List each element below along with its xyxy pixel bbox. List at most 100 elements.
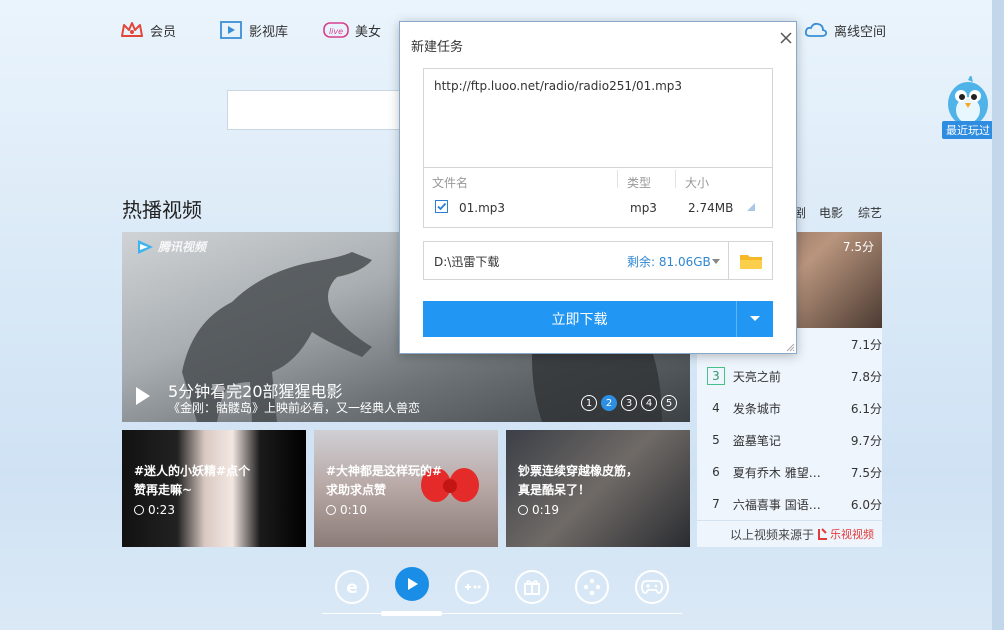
ranking-number: 3 [707,367,725,385]
nav-label-film-library: 影视库 [249,24,289,40]
thumb-title: #迷人的小妖精#点个赞再走嘛~ [134,464,251,497]
carousel-pagination: 1 2 3 4 5 [581,395,677,411]
recently-played-label[interactable]: 最近玩过 [942,121,994,139]
ranking-title: 六福喜事 国语… [732,497,821,512]
ranking-row[interactable]: 4 发条城市 6.1分 [697,394,882,422]
thumb-title: #大神都是这样玩的#求助求点赞 [326,464,443,497]
video-thumb-1[interactable]: #迷人的小妖精#点个赞再走嘛~ 0:23 [122,430,306,547]
column-header-size: 大小 [685,176,710,190]
thumb-duration: 0:19 [518,503,559,517]
column-divider [617,170,618,188]
file-checkbox[interactable] [435,200,448,213]
thumb-title: 钞票连续穿越橡皮筋，真是酷呆了！ [518,464,639,497]
ranking-row[interactable]: 6 夏有乔木 雅望… 7.5分 [697,458,882,486]
ranking-row[interactable]: 7 六福喜事 国语… 6.0分 [697,490,882,518]
hero-play-icon[interactable] [136,387,150,405]
carousel-dot-4[interactable]: 4 [641,395,657,411]
expand-icon[interactable] [747,203,755,211]
search-input[interactable] [227,90,407,130]
save-path-select[interactable]: D:\迅雷下载 剩余: 81.06GB [423,241,729,280]
carousel-dot-5[interactable]: 5 [661,395,677,411]
download-options-button[interactable] [737,301,773,337]
nav-item-vip[interactable]: 会员 [120,18,176,42]
chevron-down-icon[interactable] [712,259,720,264]
tab-variety[interactable]: 综艺 [858,204,882,221]
ranking-score: 6.0分 [850,497,882,512]
nav-label-beauty: 美女 [355,24,382,40]
ranking-title: 天亮之前 [732,369,781,384]
ranking-title: 盗墓笔记 [732,433,781,448]
letv-logo[interactable]: 乐视视频 [818,526,874,542]
dialog-title: 新建任务 [411,40,464,55]
file-type: mp3 [630,201,657,215]
column-header-name: 文件名 [432,176,469,190]
carousel-dot-1[interactable]: 1 [581,395,597,411]
ranking-row[interactable]: 5 盗墓笔记 9.7分 [697,426,882,454]
ranking-score: 7.5分 [850,465,882,480]
url-textarea[interactable]: http://ftp.luoo.net/radio/radio251/01.mp… [423,68,773,168]
ie-browser-icon[interactable]: e [335,570,369,604]
file-table: 文件名 类型 大小 01.mp3 mp3 2.74MB [423,167,773,228]
column-divider [675,170,676,188]
close-icon[interactable] [778,30,794,46]
gift-icon[interactable] [515,570,549,604]
cloud-icon [804,22,828,37]
video-thumb-2[interactable]: #大神都是这样玩的#求助求点赞 0:10 [314,430,498,547]
hero-subtitle: 《金刚：骷髅岛》上映前必看，又一经典人兽恋 [168,401,421,415]
clock-icon [326,505,336,515]
file-name[interactable]: 01.mp3 [459,201,505,215]
tencent-video-icon [138,239,153,254]
thumb-duration-text: 0:10 [340,503,367,517]
download-now-button[interactable]: 立即下载 [423,301,736,337]
svg-text:e: e [346,578,358,597]
ranking-source-label: 以上视频来源于 [729,527,814,542]
thumb-duration-text: 0:19 [532,503,559,517]
video-thumb-3[interactable]: 钞票连续穿越橡皮筋，真是酷呆了！ 0:19 [506,430,690,547]
check-icon [437,202,447,211]
carousel-dot-3[interactable]: 3 [621,395,637,411]
resize-grip-icon[interactable] [785,342,795,352]
letv-icon [818,528,827,540]
dock-divider [322,613,682,614]
window-edge [992,0,1004,630]
apps-icon[interactable] [575,570,609,604]
play-icon[interactable] [395,567,429,601]
ranking-number: 5 [712,433,720,447]
hero-logo-text: 腾讯视频 [158,240,207,254]
letv-brand: 乐视视频 [830,528,874,541]
gamepad-icon[interactable] [635,570,669,604]
ranking-number: 6 [712,465,720,479]
carousel-dot-2[interactable]: 2 [601,395,617,411]
nav-item-beauty[interactable]: live 美女 [323,18,381,42]
browse-folder-button[interactable] [729,241,773,280]
ranking-top-score: 7.5分 [842,240,874,254]
ranking-score: 9.7分 [850,433,882,448]
ranking-number: 4 [712,401,720,415]
crown-icon [121,22,143,37]
thumb-duration: 0:10 [326,503,367,517]
ranking-score: 6.1分 [850,401,882,416]
film-library-icon [220,21,242,39]
nav-item-film-library[interactable]: 影视库 [219,18,288,42]
free-space: 剩余: 81.06GB [627,255,711,269]
ranking-title: 夏有乔木 雅望… [732,465,821,480]
tab-movie[interactable]: 电影 [819,204,843,221]
nav-item-offline-space[interactable]: 离线空间 [804,18,886,42]
chevron-down-icon [750,316,760,321]
column-header-type: 类型 [627,176,652,190]
thumb-duration: 0:23 [134,503,175,517]
file-size: 2.74MB [688,201,734,215]
nav-label-offline-space: 离线空间 [834,24,887,40]
ranking-title: 发条城市 [732,401,781,416]
ranking-score: 7.8分 [850,369,883,384]
ranking-source: 以上视频来源于 乐视视频 [697,520,882,547]
dock-active-indicator [381,611,442,616]
svg-text:live: live [329,27,343,36]
ranking-row[interactable]: 3 天亮之前 7.8分 [697,362,882,390]
ranking-number: 7 [712,497,720,511]
clock-icon [134,505,144,515]
live-icon: live [323,22,349,38]
nav-label-vip: 会员 [150,24,177,40]
save-path: D:\迅雷下载 [434,255,500,269]
game-controller-icon[interactable] [455,570,489,604]
